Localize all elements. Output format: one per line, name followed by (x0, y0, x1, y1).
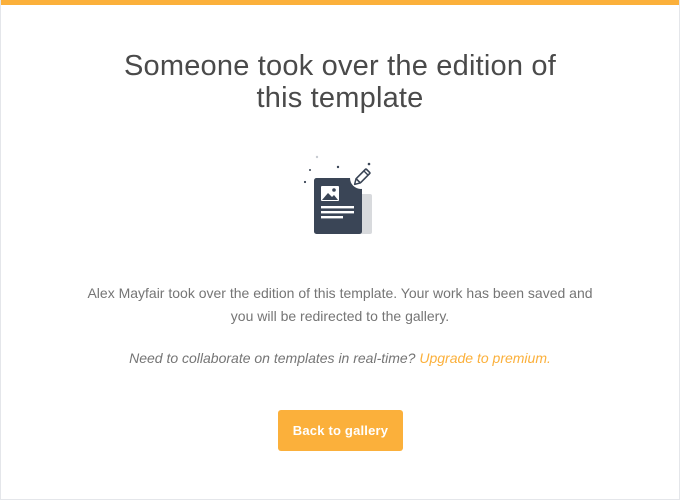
document-edit-icon (298, 154, 378, 238)
accent-top-bar (1, 0, 679, 5)
takeover-modal: Someone took over the edition of this te… (0, 0, 680, 500)
takeover-message-line-1: Alex Mayfair took over the edition of th… (87, 285, 593, 301)
upsell-text: Need to collaborate on templates in real… (1, 348, 679, 368)
modal-title: Someone took over the edition of this te… (1, 50, 679, 114)
modal-title-line-2: this template (256, 82, 424, 114)
takeover-message-line-2: you will be redirected to the gallery. (230, 308, 450, 324)
takeover-message: Alex Mayfair took over the edition of th… (61, 282, 619, 328)
back-to-gallery-button[interactable]: Back to gallery (278, 410, 403, 451)
upsell-question: Need to collaborate on templates in real… (129, 350, 416, 366)
upgrade-premium-link[interactable]: Upgrade to premium. (419, 350, 551, 366)
modal-title-line-1: Someone took over the edition of (123, 50, 556, 82)
